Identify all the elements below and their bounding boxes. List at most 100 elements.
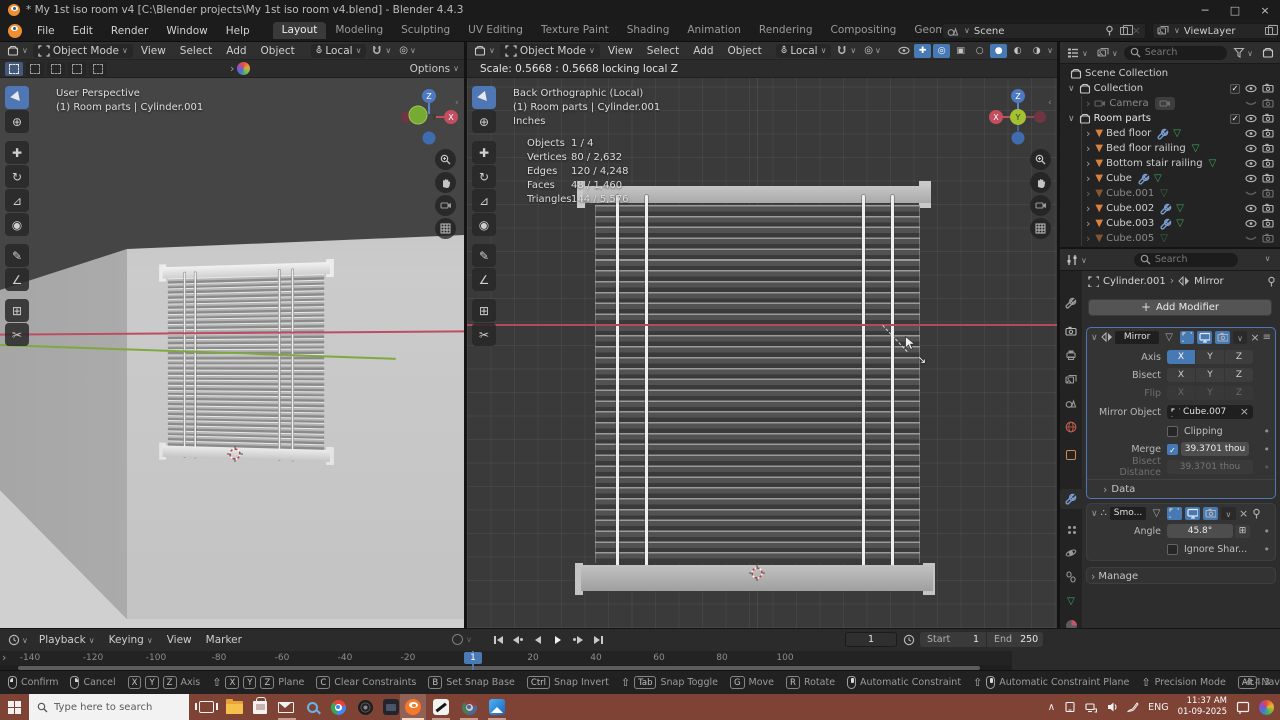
select-mode-subtract-button[interactable] — [47, 62, 65, 76]
tab-object-data[interactable] — [1060, 591, 1082, 611]
tab-world[interactable] — [1060, 417, 1082, 437]
window-blinds-object[interactable] — [163, 262, 330, 464]
realtime-display-toggle[interactable] — [1185, 507, 1200, 520]
on-cage-toggle[interactable] — [1180, 331, 1195, 344]
transform-tool[interactable]: ◉ — [5, 213, 29, 236]
play-button[interactable] — [550, 632, 566, 647]
transform-orientation-dropdown[interactable]: ⛢Local — [311, 44, 367, 58]
modifier-extras-dropdown[interactable] — [1221, 507, 1236, 520]
outliner-row-cube-002[interactable]: Cube.002 — [1060, 201, 1280, 216]
measure-tool[interactable]: ∠ — [5, 268, 29, 291]
render-visibility-icon[interactable] — [1262, 98, 1274, 109]
maximize-button[interactable]: □ — [1220, 0, 1250, 20]
file-explorer-icon[interactable] — [224, 697, 244, 717]
select-box-tool[interactable] — [472, 86, 496, 109]
viewport-left-canvas[interactable]: ⊕ ✚ ↻ ⊿ ◉ ✎ ∠ ⊞ ✂ User Perspective (1) R… — [0, 78, 464, 628]
outliner-row-cube-001[interactable]: Cube.001 — [1060, 186, 1280, 201]
new-viewlayer-icon[interactable] — [1265, 27, 1273, 35]
bisect-y-button[interactable]: Y — [1196, 368, 1224, 382]
mesh-data-icon[interactable] — [1176, 204, 1184, 214]
blinds-slats[interactable] — [595, 205, 920, 563]
tab-compositing[interactable]: Compositing — [822, 22, 906, 39]
rotate-tool[interactable]: ↻ — [472, 165, 496, 188]
animate-dot[interactable] — [1264, 544, 1271, 555]
editor-type-button[interactable] — [4, 45, 31, 57]
pen-input-icon[interactable] — [1127, 701, 1139, 713]
eye-icon[interactable] — [1245, 219, 1257, 228]
modifier-extras-dropdown[interactable] — [1233, 331, 1248, 344]
cursor-tool[interactable]: ⊕ — [472, 110, 496, 133]
eye-closed-icon[interactable] — [1245, 234, 1257, 243]
modifier-wrench-icon[interactable] — [1160, 218, 1172, 230]
select-mode-extend-button[interactable] — [26, 62, 44, 76]
pan-button[interactable] — [1030, 172, 1051, 193]
breadcrumb-modifier[interactable]: Mirror — [1194, 276, 1223, 287]
eye-icon[interactable] — [1245, 114, 1257, 123]
close-button[interactable]: × — [1250, 0, 1280, 20]
move-tool[interactable]: ✚ — [472, 141, 496, 164]
modifier-wrench-icon[interactable] — [1138, 173, 1150, 185]
eye-icon[interactable] — [1245, 174, 1257, 183]
editor-type-button[interactable] — [471, 45, 498, 57]
tab-render[interactable] — [1060, 321, 1082, 341]
snap-toggle-button[interactable] — [368, 45, 394, 57]
menu-window[interactable]: Window — [157, 25, 216, 37]
timeline-ruler[interactable]: -140 -120 -100 -80 -60 -40 -20 20 40 60 … — [0, 651, 1012, 665]
clear-object-icon[interactable] — [1240, 406, 1249, 418]
render-display-toggle[interactable] — [1203, 507, 1218, 520]
eye-icon[interactable] — [1245, 204, 1257, 213]
display-mode-dropdown[interactable] — [1064, 47, 1091, 59]
bisect-z-button[interactable]: Z — [1225, 368, 1253, 382]
perspective-toggle-button[interactable] — [1030, 218, 1051, 239]
mesh-data-icon[interactable] — [1209, 159, 1217, 169]
tab-modifiers[interactable] — [1060, 489, 1082, 509]
breadcrumb-object[interactable]: Cylinder.001 — [1103, 276, 1166, 287]
transform-tool[interactable]: ◉ — [472, 213, 496, 236]
sidebar-toggle[interactable]: ‹ — [455, 98, 459, 108]
frame-end-field[interactable]: End250 — [987, 632, 1043, 647]
collapse-icon[interactable] — [1091, 331, 1098, 343]
axis-y-button[interactable]: Y — [1196, 350, 1224, 364]
tab-constraints[interactable] — [1060, 567, 1082, 587]
show-overlays-button[interactable]: ◎ — [933, 44, 950, 58]
menu-view[interactable]: View — [135, 45, 172, 57]
previous-keyframe-button[interactable] — [510, 632, 526, 647]
expand-icon[interactable] — [1068, 84, 1075, 94]
tab-object[interactable] — [1060, 445, 1082, 465]
blender-taskbar-icon[interactable] — [403, 697, 423, 717]
tab-animation[interactable]: Animation — [678, 22, 750, 39]
render-visibility-icon[interactable] — [1262, 158, 1274, 169]
frame-start-field[interactable]: Start1 — [920, 632, 986, 647]
editor-type-button[interactable] — [5, 634, 31, 646]
properties-search-input[interactable]: Search — [1134, 253, 1238, 267]
mode-dropdown[interactable]: Object Mode — [33, 44, 133, 58]
merge-checkbox[interactable] — [1167, 444, 1178, 455]
expand-toolsettings-icon[interactable] — [230, 63, 234, 75]
outliner-row-room-parts[interactable]: Room parts — [1060, 111, 1280, 126]
eye-closed-icon[interactable] — [1245, 99, 1257, 108]
menu-keying[interactable]: Keying — [103, 634, 159, 646]
outliner-row-camera[interactable]: Camera — [1060, 96, 1280, 111]
smooth-panel-header[interactable]: Smo... — [1087, 504, 1275, 522]
clock-icon[interactable] — [903, 634, 915, 646]
outliner-row-collection[interactable]: Collection — [1060, 81, 1280, 96]
select-box-tool[interactable] — [5, 86, 29, 109]
expand-icon[interactable] — [1086, 98, 1090, 110]
modifier-name-field[interactable]: Smo... — [1110, 507, 1146, 520]
merge-threshold-field[interactable]: 39.3701 thou — [1181, 442, 1249, 456]
outliner-row-scene-collection[interactable]: Scene Collection — [1060, 66, 1280, 81]
measure-tool[interactable]: ∠ — [472, 268, 496, 291]
navigation-gizmo[interactable]: Z X Y — [987, 86, 1049, 148]
expand-icon[interactable] — [1086, 128, 1090, 140]
pin-icon[interactable] — [1266, 276, 1277, 288]
render-visibility-icon[interactable] — [1262, 143, 1274, 154]
axis-z-button[interactable]: Z — [1225, 350, 1253, 364]
collapse-icon[interactable] — [1091, 507, 1098, 519]
extra-tool[interactable]: ✂ — [472, 323, 496, 346]
add-cube-tool[interactable]: ⊞ — [472, 299, 496, 322]
zoom-button[interactable] — [435, 149, 456, 170]
tab-tool[interactable] — [1060, 293, 1082, 313]
pen-app-icon[interactable] — [431, 697, 451, 717]
menu-marker[interactable]: Marker — [200, 634, 248, 646]
menu-view[interactable]: View — [602, 45, 639, 57]
